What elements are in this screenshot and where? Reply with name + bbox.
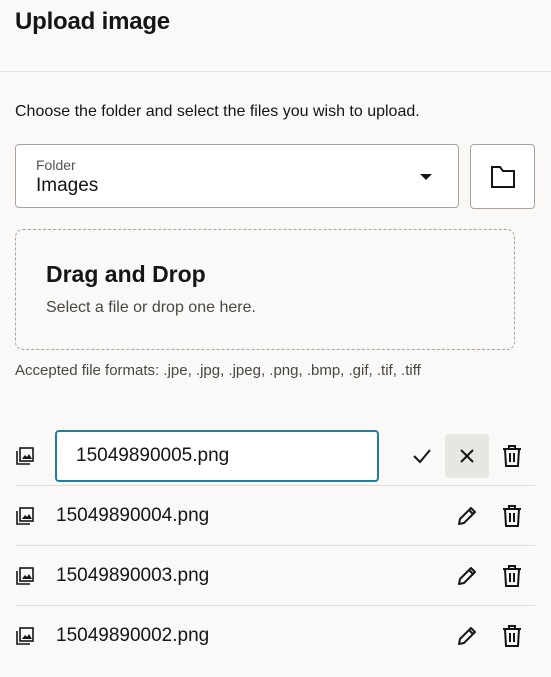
dropzone-title: Drag and Drop [46, 261, 206, 287]
file-row: 15049890003.png [15, 546, 535, 606]
delete-file-button[interactable] [490, 614, 534, 658]
delete-file-button[interactable] [490, 554, 534, 598]
checkmark-icon [413, 448, 431, 463]
dialog-title: Upload image [15, 8, 170, 35]
image-file-icon [16, 627, 34, 645]
delete-file-button[interactable] [490, 434, 534, 478]
edit-file-button[interactable] [445, 554, 489, 598]
folder-icon [490, 165, 515, 188]
accepted-formats-text: Accepted file formats: .jpe, .jpg, .jpeg… [15, 362, 421, 379]
trash-icon [503, 444, 521, 467]
folder-select[interactable]: Folder Images [15, 144, 459, 208]
file-row [15, 426, 535, 486]
trash-icon [503, 564, 521, 587]
file-row: 15049890004.png [15, 486, 535, 546]
close-icon [460, 448, 474, 463]
file-name: 15049890004.png [56, 504, 210, 526]
pencil-icon [458, 566, 476, 585]
instructions-text: Choose the folder and select the files y… [15, 103, 420, 120]
delete-file-button[interactable] [490, 494, 534, 538]
browse-folder-button[interactable] [470, 144, 535, 209]
file-name: 15049890002.png [56, 625, 210, 646]
caret-down-icon [420, 174, 432, 180]
confirm-rename-button[interactable] [400, 434, 444, 478]
pencil-icon [458, 627, 476, 645]
dropzone-subtitle: Select a file or drop one here. [46, 299, 256, 316]
folder-value: Images [36, 175, 99, 196]
cancel-rename-button[interactable] [445, 433, 489, 478]
file-name-input[interactable] [55, 430, 379, 482]
edit-file-button[interactable] [445, 494, 489, 538]
pencil-icon [458, 506, 476, 525]
file-dropzone[interactable]: Drag and Drop Select a file or drop one … [15, 229, 515, 350]
file-row: 15049890002.png [15, 606, 535, 666]
image-file-icon [16, 446, 34, 465]
dialog-header: Upload image [0, 0, 551, 72]
image-file-icon [16, 566, 34, 585]
trash-icon [503, 504, 521, 527]
edit-file-button[interactable] [445, 614, 489, 658]
folder-label: Folder [36, 157, 76, 173]
trash-icon [503, 625, 521, 647]
image-file-icon [16, 506, 34, 525]
file-name: 15049890003.png [56, 564, 210, 586]
